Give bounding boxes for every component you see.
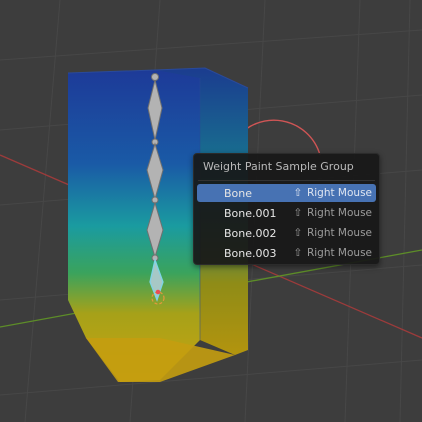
menu-divider — [198, 180, 375, 181]
shift-icon: ⇧ — [293, 227, 303, 239]
menu-item-label: Bone.003 — [224, 247, 277, 260]
shift-icon: ⇧ — [293, 187, 303, 199]
menu-item-bone-001[interactable]: Bone.001 ⇧ Right Mouse — [197, 204, 376, 222]
menu-item-bone-003[interactable]: Bone.003 ⇧ Right Mouse — [197, 244, 376, 262]
menu-item-bone[interactable]: Bone ⇧ Right Mouse — [197, 184, 376, 202]
shift-icon: ⇧ — [293, 247, 303, 259]
shortcut-hint: ⇧ Right Mouse — [293, 247, 372, 259]
shortcut-hint: ⇧ Right Mouse — [293, 227, 372, 239]
mesh-front — [68, 70, 200, 382]
menu-item-bone-002[interactable]: Bone.002 ⇧ Right Mouse — [197, 224, 376, 242]
shortcut-hint: ⇧ Right Mouse — [293, 207, 372, 219]
menu-title: Weight Paint Sample Group — [203, 160, 354, 173]
menu-item-label: Bone.002 — [224, 227, 277, 240]
shortcut-hint: ⇧ Right Mouse — [293, 187, 372, 199]
shift-icon: ⇧ — [293, 207, 303, 219]
menu-item-label: Bone — [224, 187, 253, 200]
weight-paint-sample-group-menu: Weight Paint Sample Group Bone ⇧ Right M… — [193, 153, 380, 265]
menu-item-label: Bone.001 — [224, 207, 277, 220]
